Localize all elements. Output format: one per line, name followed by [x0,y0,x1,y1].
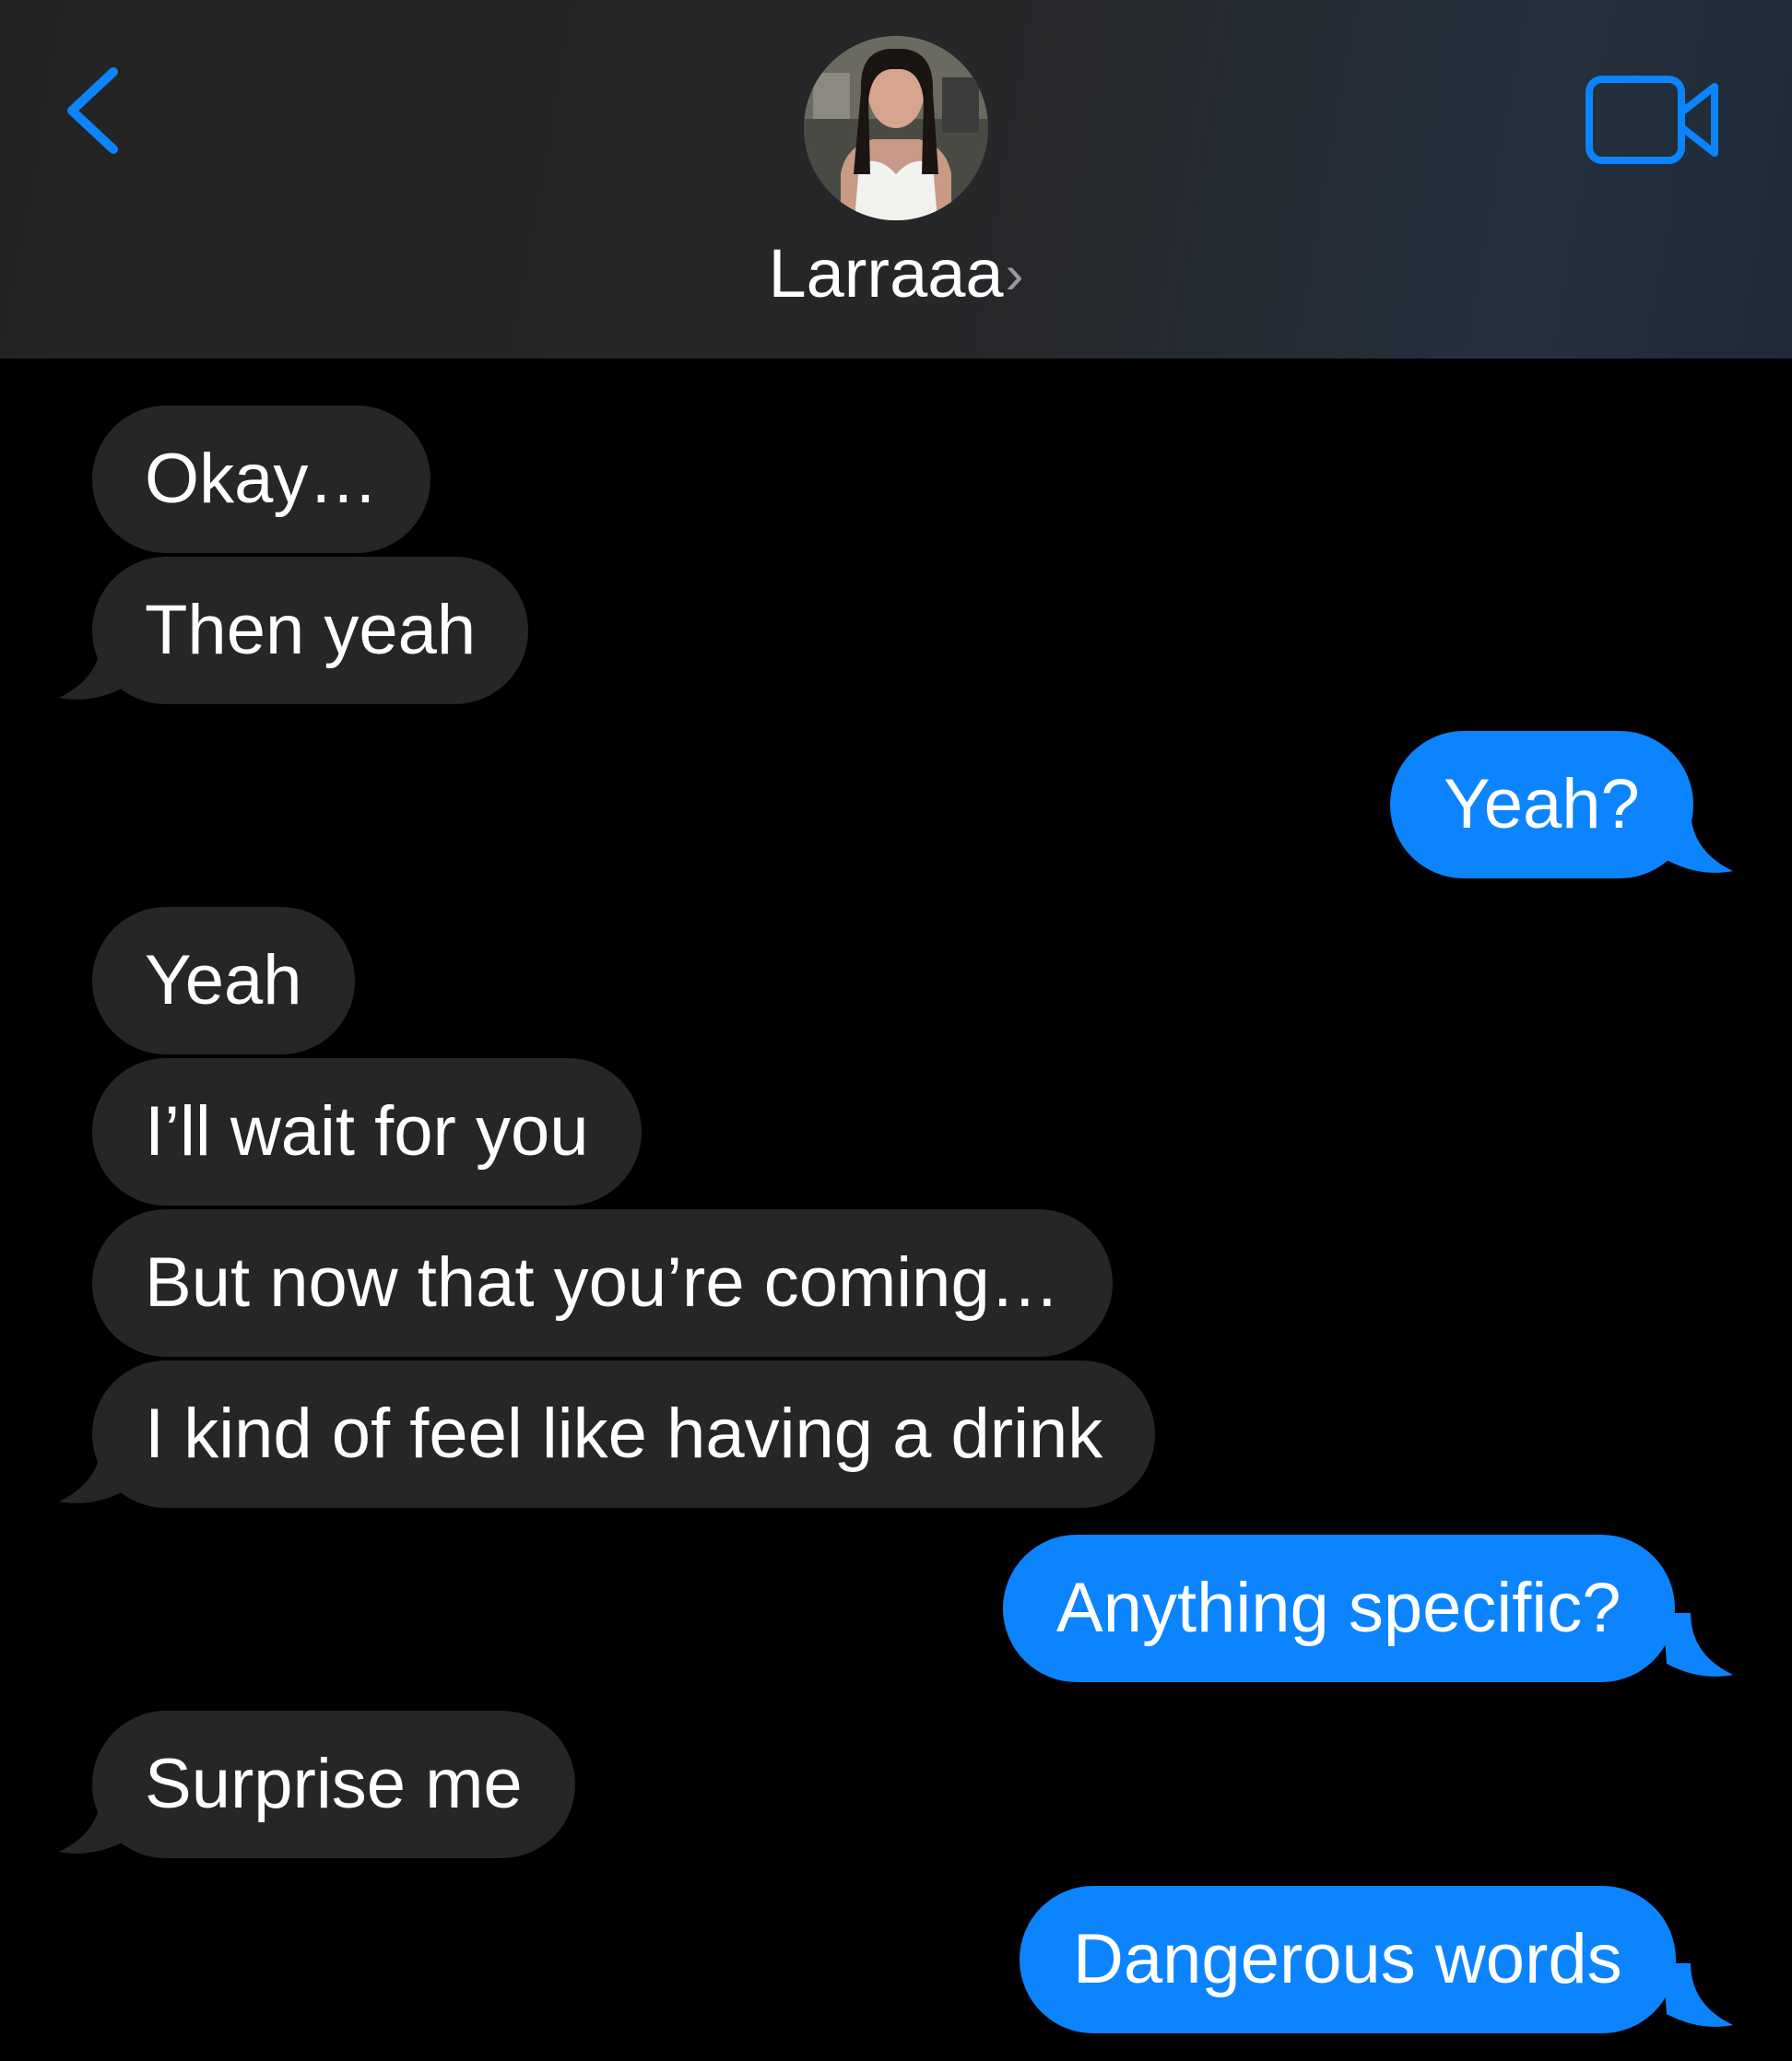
message-bubble-outgoing[interactable]: Anything specific? [1003,1535,1675,1682]
message-bubble-incoming[interactable]: But now that you’re coming… [92,1209,1113,1357]
contact-name: Larraaa [768,235,1004,312]
conversation-header: Larraaa› [0,0,1792,359]
message-bubble-incoming[interactable]: Then yeah [92,557,529,704]
message-bubble-incoming[interactable]: Okay… [92,406,431,553]
chevron-right-icon: › [1005,243,1024,305]
message-text: Yeah [145,941,302,1019]
message-text: But now that you’re coming… [145,1243,1060,1322]
video-camera-icon [1586,76,1718,164]
message-text: Then yeah [145,591,477,669]
message-bubble-incoming[interactable]: Surprise me [92,1711,575,1858]
message-bubble-incoming[interactable]: I kind of feel like having a drink [92,1360,1156,1508]
message-text: Yeah? [1444,765,1640,843]
bubble-tail-incoming [59,636,129,700]
contact-avatar[interactable] [804,36,988,220]
bubble-tail-outgoing [1663,1613,1733,1677]
back-button[interactable] [55,55,138,166]
bubble-tail-outgoing [1663,1963,1733,2027]
message-text: Dangerous words [1073,1920,1622,1998]
avatar-image [804,36,988,220]
message-text: I’ll wait for you [145,1092,589,1171]
message-text: Surprise me [145,1745,523,1823]
chevron-left-icon [67,67,118,154]
bubble-tail-incoming [59,1440,129,1503]
bubble-tail-incoming [59,1790,129,1854]
message-text: Okay… [145,440,379,518]
bubble-tail-outgoing [1663,809,1733,873]
message-bubble-incoming[interactable]: I’ll wait for you [92,1058,642,1206]
message-bubble-outgoing[interactable]: Dangerous words [1020,1886,1676,2033]
facetime-video-button[interactable] [1584,72,1722,168]
message-bubble-outgoing[interactable]: Yeah? [1390,731,1693,878]
message-bubble-incoming[interactable]: Yeah [92,907,355,1054]
message-text: Anything specific? [1056,1569,1621,1647]
message-text: I kind of feel like having a drink [145,1395,1103,1473]
contact-name-button[interactable]: Larraaa› [0,232,1792,320]
